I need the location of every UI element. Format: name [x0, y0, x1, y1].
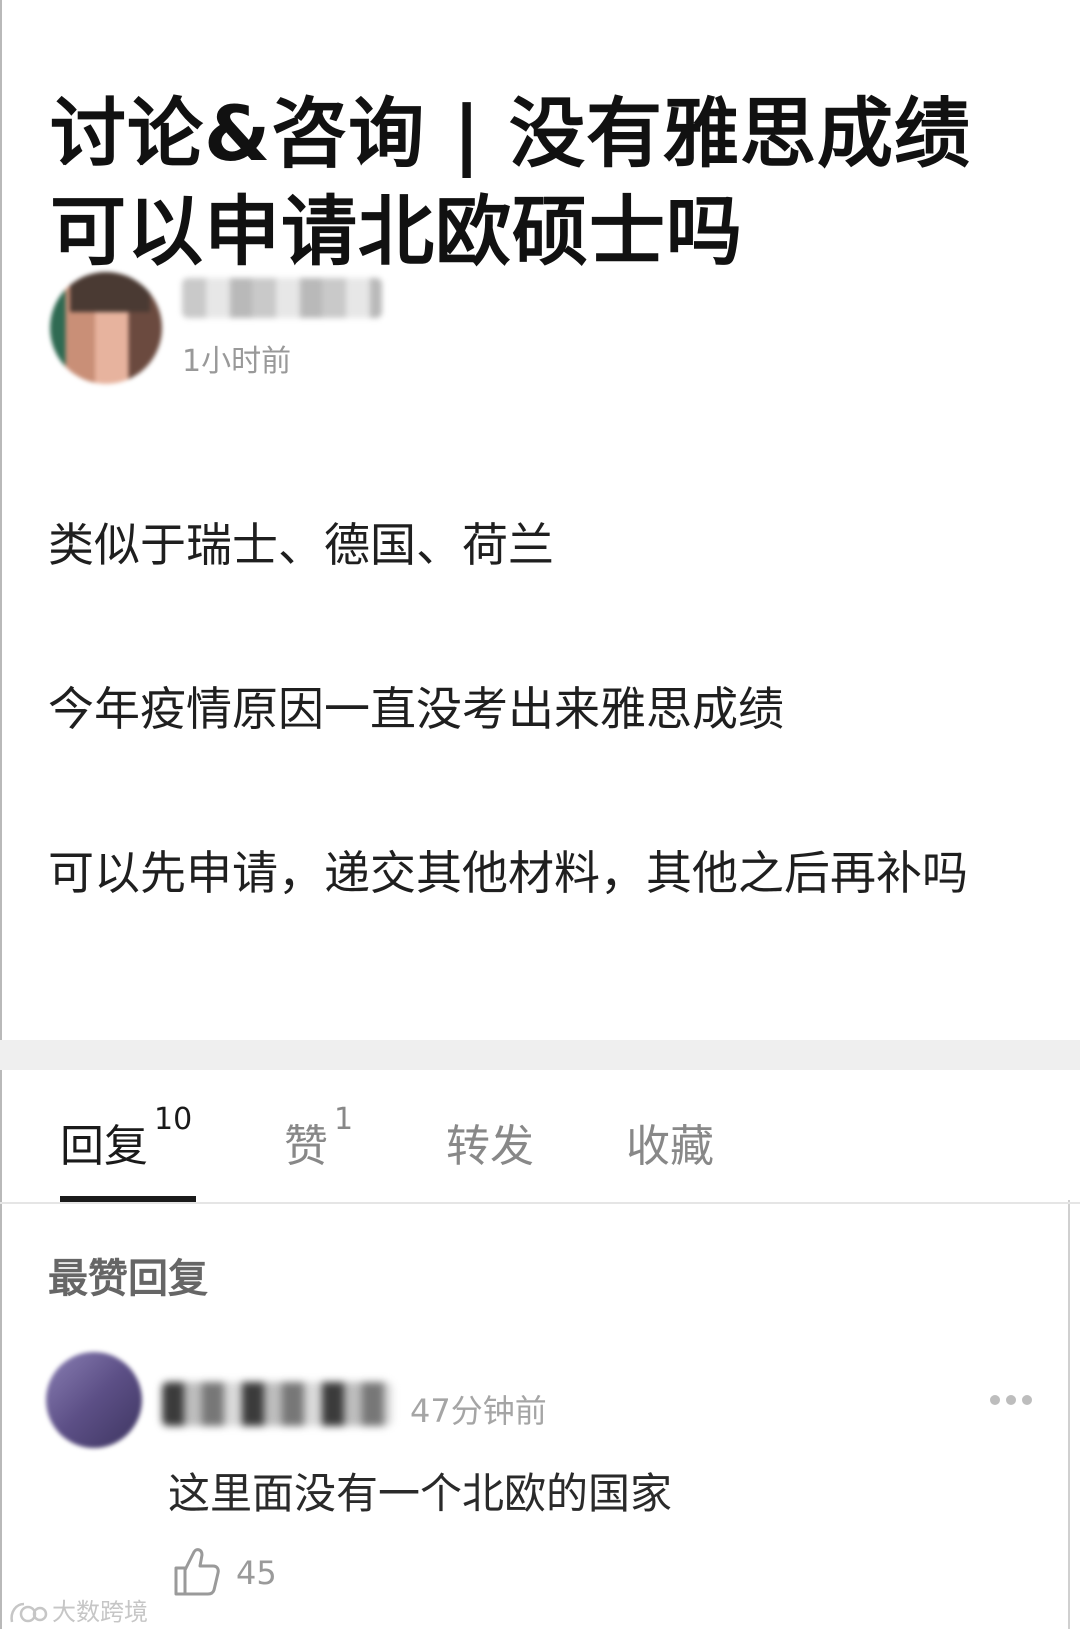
- post-paragraph: 今年疫情原因一直没考出来雅思成绩: [48, 682, 784, 736]
- active-tab-indicator: [60, 1196, 196, 1202]
- tab-likes[interactable]: 赞1: [284, 1102, 353, 1174]
- post: 讨论&咨询 | 没有雅思成绩可以申请北欧硕士吗 1小时前 类似于瑞士、德国、荷兰…: [0, 0, 1080, 1040]
- tab-label: 转发: [446, 1121, 534, 1172]
- post-paragraph: 可以先申请，递交其他材料，其他之后再补吗: [48, 846, 968, 900]
- like-count: 45: [236, 1554, 277, 1592]
- watermark-text: 大数跨境: [52, 1598, 148, 1626]
- watermark: 大数跨境: [8, 1592, 148, 1627]
- section-divider: [0, 1040, 1080, 1070]
- tab-label: 收藏: [626, 1121, 714, 1172]
- tab-label: 赞: [284, 1121, 328, 1172]
- watermark-logo-icon: [10, 1602, 48, 1623]
- thumbs-up-icon: [174, 1548, 220, 1596]
- right-frame-line: [1068, 1200, 1070, 1629]
- tab-forward[interactable]: 转发: [446, 1110, 534, 1174]
- like-button[interactable]: 45: [172, 1546, 292, 1602]
- author-name[interactable]: [182, 278, 382, 318]
- more-dots-icon[interactable]: [988, 1388, 1034, 1412]
- tab-count: 1: [334, 1102, 354, 1137]
- reply-text: 这里面没有一个北欧的国家: [168, 1469, 673, 1518]
- reply-time: 47分钟前: [410, 1392, 547, 1430]
- post-tabs: 回复10 赞1 转发 收藏: [0, 1070, 1080, 1204]
- reply-author-name[interactable]: [162, 1382, 392, 1426]
- tab-label: 回复: [60, 1121, 148, 1172]
- reply-avatar[interactable]: [46, 1352, 142, 1448]
- post-time: 1小时前: [182, 344, 292, 379]
- tab-replies[interactable]: 回复10: [60, 1102, 192, 1174]
- tab-count: 10: [154, 1102, 193, 1137]
- top-replies-title: 最赞回复: [48, 1256, 208, 1302]
- post-title: 讨论&咨询 | 没有雅思成绩可以申请北欧硕士吗: [50, 88, 971, 276]
- tab-favorite[interactable]: 收藏: [626, 1110, 714, 1174]
- post-paragraph: 类似于瑞士、德国、荷兰: [48, 518, 554, 572]
- author-avatar[interactable]: [50, 272, 162, 384]
